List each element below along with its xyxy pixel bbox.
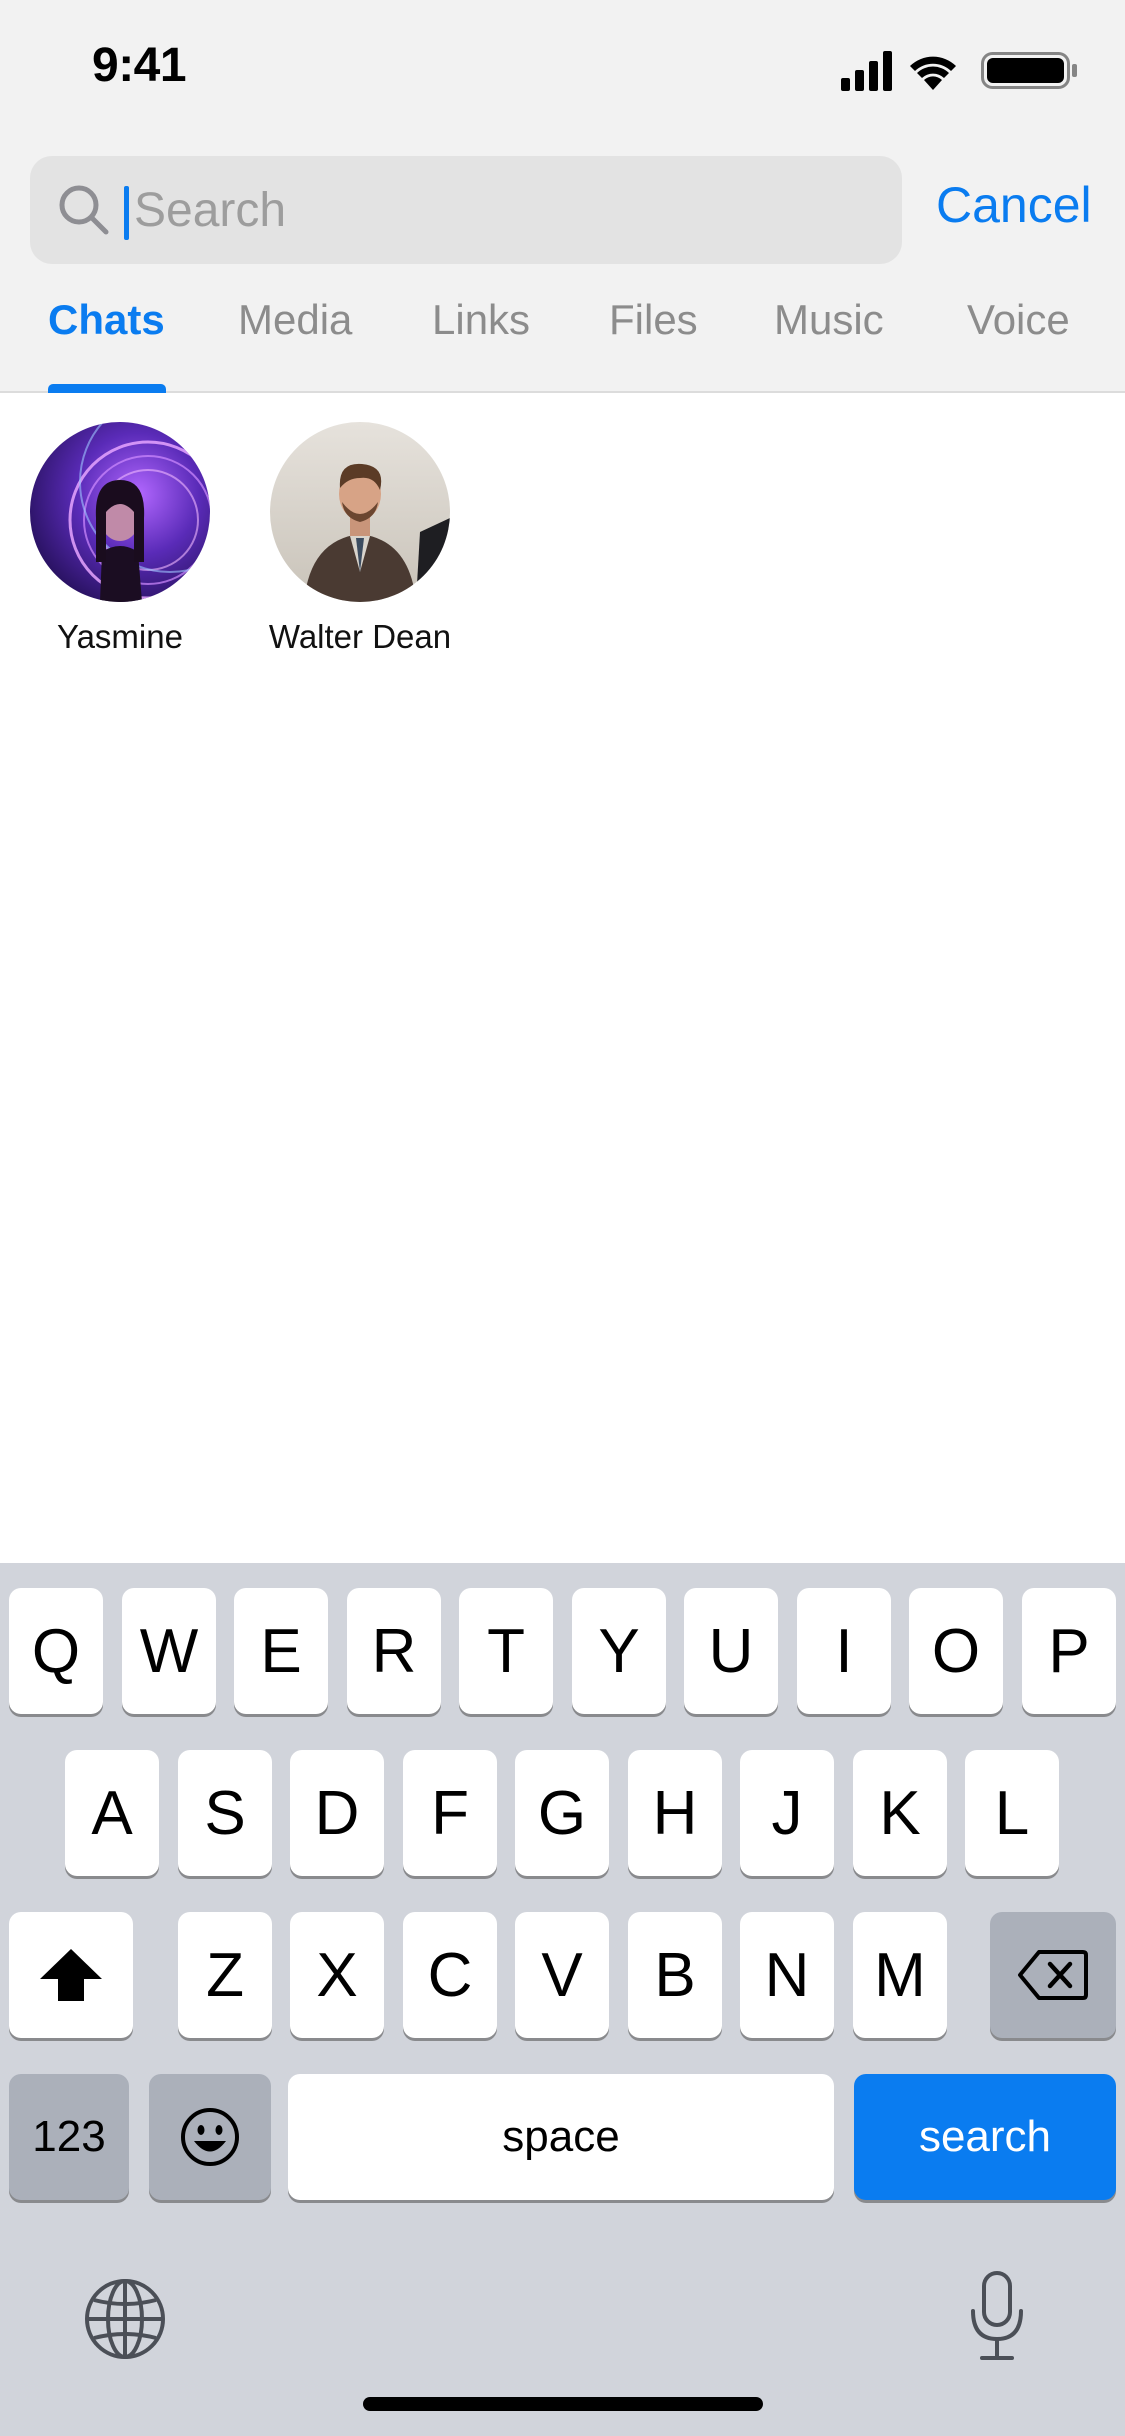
shift-icon — [40, 1949, 102, 2001]
tab-chats[interactable]: Chats — [48, 296, 165, 344]
key-j[interactable]: J — [740, 1750, 834, 1876]
tab-music[interactable]: Music — [774, 296, 884, 344]
text-cursor — [124, 186, 129, 240]
key-c[interactable]: C — [403, 1912, 497, 2038]
key-i[interactable]: I — [797, 1588, 891, 1714]
key-p[interactable]: P — [1022, 1588, 1116, 1714]
cellular-signal-icon — [841, 51, 892, 91]
key-f[interactable]: F — [403, 1750, 497, 1876]
backspace-key[interactable] — [990, 1912, 1116, 2038]
cancel-button[interactable]: Cancel — [936, 176, 1092, 234]
emoji-key[interactable] — [149, 2074, 271, 2200]
key-b[interactable]: B — [628, 1912, 722, 2038]
recent-chat-walter-dean[interactable]: Walter Dean — [240, 422, 480, 662]
tab-bar: Chats Media Links Files Music Voice — [0, 296, 1125, 393]
status-time: 9:41 — [92, 39, 187, 92]
key-r[interactable]: R — [347, 1588, 441, 1714]
key-y[interactable]: Y — [572, 1588, 666, 1714]
tab-links[interactable]: Links — [432, 296, 530, 344]
battery-icon — [981, 52, 1077, 89]
backspace-icon — [1018, 1950, 1088, 2000]
status-icons — [841, 51, 1077, 91]
keyboard: Q W E R T Y U I O P A S D F G H J K L Z … — [0, 1563, 1125, 2436]
key-d[interactable]: D — [290, 1750, 384, 1876]
key-z[interactable]: Z — [178, 1912, 272, 2038]
key-o[interactable]: O — [909, 1588, 1003, 1714]
key-u[interactable]: U — [684, 1588, 778, 1714]
contact-name: Yasmine — [57, 618, 183, 655]
active-tab-indicator — [48, 384, 166, 393]
tab-voice[interactable]: Voice — [967, 296, 1070, 344]
key-x[interactable]: X — [290, 1912, 384, 2038]
key-l[interactable]: L — [965, 1750, 1059, 1876]
microphone-icon[interactable] — [966, 2269, 1028, 2365]
key-h[interactable]: H — [628, 1750, 722, 1876]
search-icon — [59, 185, 109, 235]
home-indicator[interactable] — [363, 2397, 763, 2411]
key-g[interactable]: G — [515, 1750, 609, 1876]
search-key[interactable]: search — [854, 2074, 1116, 2200]
key-n[interactable]: N — [740, 1912, 834, 2038]
emoji-icon — [181, 2108, 239, 2166]
wifi-icon — [910, 56, 956, 90]
avatar — [270, 422, 450, 602]
key-e[interactable]: E — [234, 1588, 328, 1714]
tab-media[interactable]: Media — [238, 296, 352, 344]
space-key[interactable]: space — [288, 2074, 834, 2200]
key-q[interactable]: Q — [9, 1588, 103, 1714]
key-w[interactable]: W — [122, 1588, 216, 1714]
key-k[interactable]: K — [853, 1750, 947, 1876]
key-t[interactable]: T — [459, 1588, 553, 1714]
recent-chat-yasmine[interactable]: Yasmine — [0, 422, 240, 662]
search-box[interactable] — [30, 156, 902, 264]
key-a[interactable]: A — [65, 1750, 159, 1876]
globe-icon[interactable] — [82, 2276, 168, 2362]
search-input[interactable] — [134, 156, 874, 264]
key-m[interactable]: M — [853, 1912, 947, 2038]
tab-files[interactable]: Files — [609, 296, 698, 344]
header: 9:41 Cancel Chats Media Links — [0, 0, 1125, 393]
key-s[interactable]: S — [178, 1750, 272, 1876]
shift-key[interactable] — [9, 1912, 133, 2038]
numbers-key[interactable]: 123 — [9, 2074, 129, 2200]
key-v[interactable]: V — [515, 1912, 609, 2038]
contact-name: Walter Dean — [268, 618, 452, 655]
avatar — [30, 422, 210, 602]
